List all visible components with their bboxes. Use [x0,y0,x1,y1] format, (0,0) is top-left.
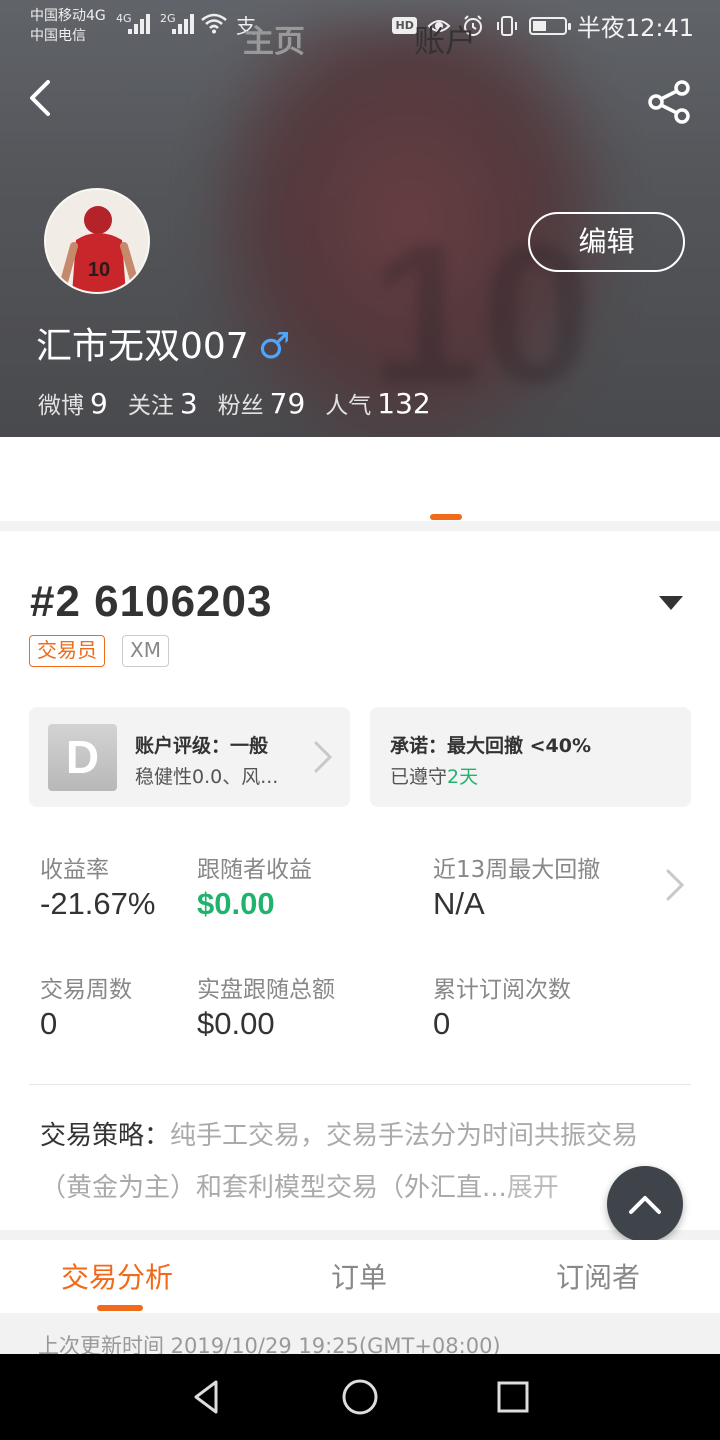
tag-broker: XM [122,635,169,667]
divider [29,1084,691,1085]
stat-value: 132 [377,387,431,420]
metric-label-follow-total: 实盘跟随总额 [197,977,335,1003]
stat-label: 人气 [325,393,372,419]
tab-indicator [430,514,462,520]
chevron-right-icon[interactable] [664,868,686,902]
metric-value-max-drawdown: N/A [433,886,485,921]
tag-trader: 交易员 [29,635,105,667]
carrier-info: 中国移动4G 中国电信 [30,6,106,46]
rating-title: 账户评级：一般 [135,735,269,757]
metric-value-follower-profit: $0.00 [197,886,275,921]
metric-value-return: -21.67% [40,886,156,921]
chevron-right-icon [314,741,333,773]
tab-subscribers[interactable]: 订阅者 [556,1258,640,1298]
metric-label-max-drawdown: 近13周最大回撤 [433,857,601,883]
nav-home-icon[interactable] [339,1376,381,1418]
stat-followers[interactable]: 粉丝 79 [218,386,306,420]
status-bar: 中国移动4G 中国电信 4G 2G 支 HD 半夜12:41 [0,0,720,48]
metric-value-subscriptions: 0 [433,1006,451,1041]
stat-label: 粉丝 [217,393,264,419]
clock: 半夜12:41 [576,14,694,42]
stat-label: 关注 [127,393,174,419]
metric-label-return: 收益率 [40,857,109,883]
battery-icon [528,16,571,35]
profile-tabs [0,437,720,521]
avatar-image: 10 [46,190,148,292]
vibrate-icon [496,15,517,36]
arrow-up-icon [629,1196,661,1214]
stat-value: 79 [269,387,306,420]
stat-popularity: 人气 132 [325,386,430,420]
wifi-icon [201,13,227,34]
promise-days: 2天 [447,766,479,788]
avatar[interactable]: 10 [44,188,150,294]
stat-value: 9 [90,387,108,420]
strategy-label: 交易策略： [40,1121,171,1151]
edit-profile-button[interactable]: 编辑 [528,212,685,272]
metric-label-subscriptions: 累计订阅次数 [433,977,571,1003]
stat-value: 3 [179,387,198,420]
share-icon[interactable] [646,78,694,126]
tab-home[interactable]: 主页 [243,22,305,62]
tab-orders[interactable]: 订单 [331,1258,387,1298]
tab-account[interactable]: 账户 [414,22,476,62]
gender-male-icon: ♂ [258,326,291,367]
metric-label-follower-profit: 跟随者收益 [197,857,312,883]
metric-value-weeks: 0 [40,1006,58,1041]
account-id: #2 6106203 [30,577,273,626]
signal-bars-2-icon [172,14,194,34]
profile-stats: 微博 9 关注 3 粉丝 79 人气 132 [38,386,431,420]
strategy-text: 交易策略：纯手工交易，交易手法分为时间共振交易（黄金为主）和套利模型交易（外汇直… [40,1110,680,1214]
stat-label: 微博 [38,393,84,419]
metric-label-weeks: 交易周数 [40,977,132,1003]
username: 汇市无双007 [36,326,249,367]
nav-recents-icon[interactable] [492,1376,534,1418]
carrier-2: 中国电信 [30,28,86,44]
rating-badge: D [48,724,117,791]
expand-link[interactable]: 展开 [507,1173,559,1203]
promise-prefix: 已遵守 [390,766,448,788]
promise-subtitle: 已遵守2天 [390,762,478,789]
rating-subtitle: 稳健性0.0、风... [135,766,279,788]
bottom-tab-indicator [97,1305,143,1311]
stat-following[interactable]: 关注 3 [128,386,198,420]
signal-bars-1-icon [128,14,150,34]
back-arrow-icon[interactable] [22,74,62,122]
scroll-top-button[interactable] [607,1166,683,1242]
stat-weibo[interactable]: 微博 9 [38,386,108,420]
dropdown-triangle-icon[interactable] [658,594,684,612]
carrier-1: 中国移动4G [30,8,106,24]
promise-title: 承诺：最大回撤 <40% [390,735,592,757]
metric-value-follow-total: $0.00 [197,1006,275,1041]
tab-trade-analysis[interactable]: 交易分析 [61,1258,173,1298]
nav-back-icon[interactable] [186,1376,228,1418]
avatar-number: 10 [88,259,110,281]
